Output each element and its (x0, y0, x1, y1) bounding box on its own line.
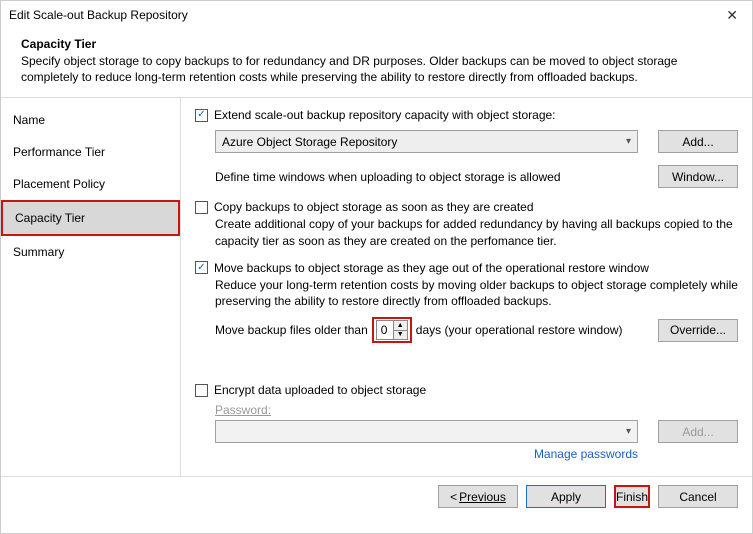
page-title: Capacity Tier (21, 37, 681, 51)
days-value: 0 (377, 321, 393, 339)
encrypt-section: Encrypt data uploaded to object storage … (195, 383, 738, 461)
password-label: Password: (215, 403, 738, 417)
repo-dropdown-value: Azure Object Storage Repository (222, 135, 397, 149)
extend-label: Extend scale-out backup repository capac… (214, 108, 556, 122)
copy-label: Copy backups to object storage as soon a… (214, 200, 534, 214)
sidebar-item-name[interactable]: Name (1, 104, 180, 136)
move-prefix: Move backup files older than (215, 323, 368, 337)
override-button[interactable]: Override... (658, 319, 738, 342)
window-title: Edit Scale-out Backup Repository (9, 8, 188, 22)
time-window-row: Define time windows when uploading to ob… (215, 165, 738, 188)
copy-checkbox[interactable] (195, 201, 208, 214)
repo-dropdown[interactable]: Azure Object Storage Repository ▾ (215, 130, 638, 153)
repo-select-row: Azure Object Storage Repository ▾ Add... (215, 130, 738, 153)
close-icon[interactable]: ✕ (720, 7, 744, 24)
move-description: Reduce your long-term retention costs by… (215, 277, 738, 309)
dialog-body: Name Performance Tier Placement Policy C… (1, 98, 752, 476)
finish-button-highlight: Finish (614, 485, 650, 508)
spinner-down-icon[interactable]: ▼ (393, 331, 407, 340)
password-dropdown: ▾ (215, 420, 638, 443)
sidebar-item-capacity-tier[interactable]: Capacity Tier (1, 200, 180, 236)
days-spinner[interactable]: 0 ▲ ▼ (376, 320, 408, 340)
dialog-header: Capacity Tier Specify object storage to … (1, 29, 752, 98)
extend-checkbox[interactable] (195, 109, 208, 122)
move-days-row: Move backup files older than 0 ▲ ▼ days … (215, 317, 738, 343)
titlebar: Edit Scale-out Backup Repository ✕ (1, 1, 752, 29)
chevron-down-icon: ▾ (626, 426, 631, 437)
manage-passwords-link[interactable]: Manage passwords (534, 447, 638, 461)
move-checkbox[interactable] (195, 261, 208, 274)
time-window-label: Define time windows when uploading to ob… (215, 170, 638, 184)
encrypt-checkbox[interactable] (195, 384, 208, 397)
previous-button[interactable]: < Previous (438, 485, 518, 508)
move-label: Move backups to object storage as they a… (214, 261, 649, 275)
encrypt-label: Encrypt data uploaded to object storage (214, 383, 426, 397)
window-button[interactable]: Window... (658, 165, 738, 188)
chevron-down-icon: ▾ (626, 136, 631, 147)
extend-row: Extend scale-out backup repository capac… (195, 108, 738, 122)
copy-section: Copy backups to object storage as soon a… (195, 200, 738, 248)
move-suffix: days (your operational restore window) (416, 323, 644, 337)
days-spinner-highlight: 0 ▲ ▼ (372, 317, 412, 343)
wizard-sidebar: Name Performance Tier Placement Policy C… (1, 98, 181, 476)
sidebar-item-summary[interactable]: Summary (1, 236, 180, 268)
cancel-button[interactable]: Cancel (658, 485, 738, 508)
apply-button[interactable]: Apply (526, 485, 606, 508)
dialog-footer: < Previous Apply Finish Cancel (1, 476, 752, 516)
sidebar-item-placement-policy[interactable]: Placement Policy (1, 168, 180, 200)
content-pane: Extend scale-out backup repository capac… (181, 98, 752, 476)
add-repo-button[interactable]: Add... (658, 130, 738, 153)
sidebar-item-performance-tier[interactable]: Performance Tier (1, 136, 180, 168)
spinner-up-icon[interactable]: ▲ (393, 321, 407, 331)
finish-button[interactable]: Finish (616, 490, 648, 504)
move-section: Move backups to object storage as they a… (195, 261, 738, 343)
password-add-button: Add... (658, 420, 738, 443)
copy-description: Create additional copy of your backups f… (215, 216, 738, 248)
page-description: Specify object storage to copy backups t… (21, 53, 681, 85)
